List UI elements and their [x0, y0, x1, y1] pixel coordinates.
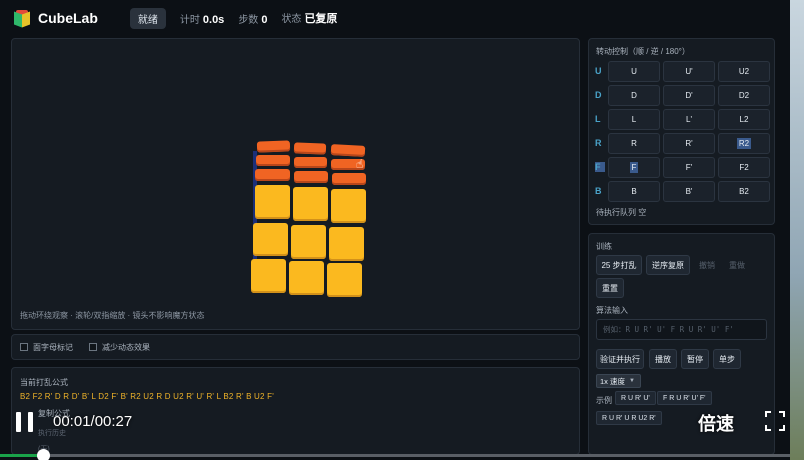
chevron-down-icon: ▼ [629, 378, 635, 384]
face-label: F [595, 162, 605, 172]
move-row-d: D D D' D2 [595, 84, 770, 106]
face-label: L [595, 114, 601, 124]
training-title: 训练 [596, 242, 612, 251]
move-row-l: L L L' L2 [595, 108, 770, 130]
status-badge: 就绪 [129, 7, 166, 29]
move-button-label: R2 [736, 137, 752, 149]
move-button[interactable]: U [608, 60, 660, 82]
pause-button[interactable]: 暂停 [681, 349, 709, 369]
steps-stat: 步数 0 [238, 13, 268, 26]
top-sticker [256, 155, 290, 166]
top-sticker [294, 157, 327, 168]
scramble-button[interactable]: 25 步打乱 [596, 255, 642, 275]
top-sticker [294, 171, 328, 183]
move-button[interactable]: B [608, 180, 660, 202]
move-button[interactable]: U2 [718, 60, 770, 82]
move-controls: 转动控制（顺 / 逆 / 180°） U U U' U2 D D D' D2 L… [588, 38, 775, 225]
video-player-controls: 00:01/00:27 倍速 [0, 398, 804, 460]
move-row-f: F F F' F2 [595, 156, 770, 178]
progress-bar[interactable] [0, 454, 790, 457]
reduce-motion-checkbox[interactable]: 减少动态效果 [89, 342, 150, 353]
front-sticker [327, 263, 362, 297]
step-button[interactable]: 单步 [713, 349, 741, 369]
playback-time: 00:01/00:27 [53, 413, 133, 430]
move-button[interactable]: B2 [718, 180, 770, 202]
alg-input[interactable]: 例如：R U R' U' F R U R' U' F' [596, 319, 767, 340]
front-sticker [251, 259, 286, 293]
move-button[interactable]: F2 [718, 156, 770, 178]
speed-button[interactable]: 倍速 [698, 410, 734, 436]
redo-button[interactable]: 重做 [724, 255, 750, 275]
top-sticker [293, 142, 327, 155]
move-button[interactable]: L' [663, 108, 715, 130]
top-sticker [255, 169, 290, 181]
cube-3d-view[interactable] [247, 140, 372, 299]
checkbox-box[interactable] [89, 343, 97, 351]
cube-logo-icon [14, 10, 30, 28]
move-row-u: U U U' U2 [595, 60, 770, 82]
front-sticker [255, 185, 290, 219]
move-button-label: F [629, 161, 639, 173]
move-button[interactable]: L [608, 108, 660, 130]
front-sticker [291, 225, 326, 259]
play-button[interactable]: 播放 [649, 349, 677, 369]
background-edge [790, 0, 804, 460]
fullscreen-icon[interactable] [765, 411, 785, 431]
move-row-r: R R R' R2 [595, 132, 770, 154]
scramble-title: 当前打乱公式 [20, 378, 68, 387]
top-sticker [332, 173, 366, 185]
viewport-hint: 拖动环绕观察 · 滚轮/双指缩放 · 镜头不影响魔方状态 [20, 311, 205, 320]
face-label: R [595, 138, 602, 148]
queue-status: 待执行队列 空 [596, 208, 647, 217]
top-bar: CubeLab 就绪 计时 0.0s 步数 0 状态 已复原 [0, 0, 790, 36]
letters-checkbox[interactable]: 面字母标记 [20, 342, 73, 353]
move-button[interactable]: R2 [718, 132, 770, 154]
hand-cursor-icon: ☝ [356, 157, 364, 171]
reset-button[interactable]: 重置 [596, 278, 624, 298]
front-sticker [293, 187, 328, 221]
front-sticker [329, 227, 364, 261]
move-button[interactable]: B' [663, 180, 715, 202]
front-sticker [331, 189, 366, 223]
speed-select[interactable]: 1x 速度 ▼ [596, 374, 641, 388]
top-sticker [256, 140, 291, 153]
move-button[interactable]: D2 [718, 84, 770, 106]
face-label: B [595, 186, 602, 196]
move-button[interactable]: L2 [718, 108, 770, 130]
verify-execute-button[interactable]: 验证并执行 [596, 349, 644, 369]
top-sticker [330, 144, 366, 157]
move-button[interactable]: R' [663, 132, 715, 154]
controls-title: 转动控制（顺 / 逆 / 180°） [596, 47, 690, 56]
front-sticker [253, 223, 288, 256]
cube-viewport[interactable]: ☝ 拖动环绕观察 · 滚轮/双指缩放 · 镜头不影响魔方状态 [11, 38, 580, 330]
undo-button[interactable]: 撤销 [694, 255, 720, 275]
timer-stat: 计时 0.0s [179, 13, 225, 26]
move-button[interactable]: F [608, 156, 660, 178]
checkbox-box[interactable] [20, 343, 28, 351]
alg-label: 算法输入 [596, 306, 628, 315]
move-row-b: B B B' B2 [595, 180, 770, 202]
face-label: U [595, 66, 602, 76]
face-label: D [595, 90, 602, 100]
move-button[interactable]: D' [663, 84, 715, 106]
move-button[interactable]: U' [663, 60, 715, 82]
move-button[interactable]: R [608, 132, 660, 154]
reverse-button[interactable]: 逆序复原 [646, 255, 690, 275]
app-title: CubeLab [38, 10, 98, 26]
progress-handle[interactable] [37, 449, 51, 460]
state-stat: 状态 已复原 [281, 13, 338, 25]
pause-icon[interactable] [16, 412, 34, 432]
move-button[interactable]: F' [663, 156, 715, 178]
front-sticker [289, 261, 324, 295]
move-button[interactable]: D [608, 84, 660, 106]
options-bar: 面字母标记 减少动态效果 [11, 334, 580, 360]
